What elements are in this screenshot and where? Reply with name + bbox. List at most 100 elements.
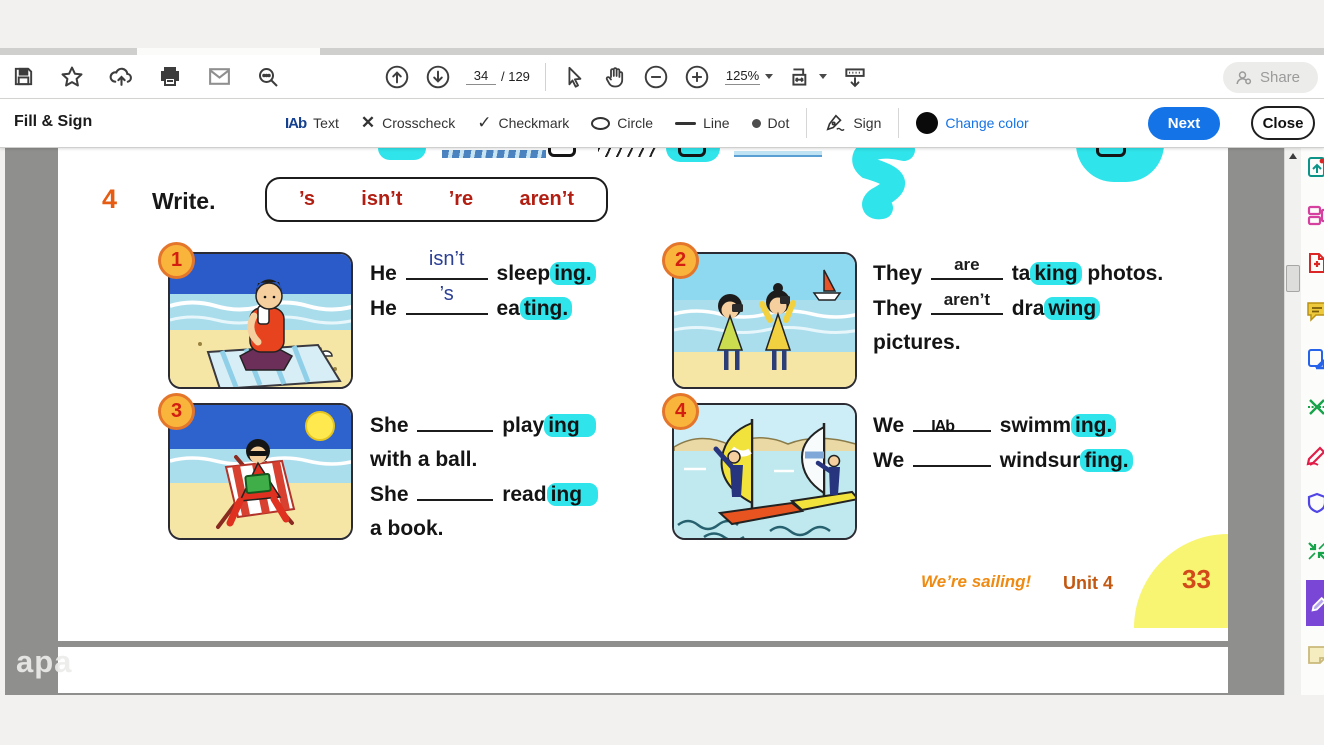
- previous-page-icon[interactable]: [384, 64, 410, 90]
- sentence-text: read: [496, 483, 547, 506]
- picture-frame: [672, 252, 857, 389]
- sentence-text: photos.: [1081, 262, 1164, 285]
- email-icon[interactable]: [206, 64, 232, 90]
- picture-number-badge: 4: [662, 393, 699, 430]
- sign-label: Sign: [853, 115, 882, 131]
- sentence-line: She play ing: [370, 408, 598, 443]
- line-label: Line: [703, 115, 730, 131]
- zoom-level-dropdown[interactable]: 125%: [724, 68, 774, 85]
- tools-side-panel: ✂: [1301, 148, 1324, 695]
- sentence-text: He: [370, 297, 403, 320]
- sentence-text: windsur: [993, 449, 1081, 472]
- print-icon[interactable]: [157, 64, 183, 90]
- answer-blank[interactable]: [912, 443, 991, 467]
- star-icon[interactable]: [59, 64, 85, 90]
- beach-girls-photos-illustration: [674, 254, 855, 387]
- answer-blank[interactable]: ’s: [405, 283, 488, 315]
- circle-tool-button[interactable]: Circle: [586, 115, 658, 131]
- text-tool-cursor: IAb: [931, 418, 955, 435]
- word-bank-word: ’re: [448, 188, 474, 210]
- page-fit-dropdown[interactable]: [788, 64, 828, 90]
- next-page-icon[interactable]: [425, 64, 451, 90]
- sentence-text: play: [496, 414, 545, 437]
- dot-tool-button[interactable]: Dot: [747, 115, 795, 131]
- highlighted-text: ing.: [1071, 414, 1117, 437]
- sentence-text: She: [370, 483, 415, 506]
- scroll-up-arrow-icon[interactable]: [1289, 153, 1297, 159]
- circle-icon: [591, 116, 611, 130]
- text-tool-button[interactable]: IAb Text: [280, 115, 344, 132]
- cloud-upload-icon[interactable]: [108, 64, 134, 90]
- written-answer: aren’t: [943, 290, 991, 309]
- search-icon[interactable]: [255, 64, 281, 90]
- close-button[interactable]: Close: [1251, 106, 1315, 140]
- next-button[interactable]: Next: [1148, 107, 1220, 140]
- create-pdf-icon[interactable]: [1306, 252, 1324, 274]
- highlighted-text: ing.: [550, 262, 596, 285]
- checkmark-label: Checkmark: [498, 115, 570, 131]
- sticky-note-icon[interactable]: [1306, 644, 1324, 666]
- word-bank-word: isn’t: [361, 188, 403, 210]
- fill-sign-pen-icon: [1311, 596, 1324, 612]
- sentence-text: dra: [1005, 297, 1045, 320]
- toolbar-divider: [544, 62, 546, 91]
- share-button[interactable]: Share: [1222, 62, 1318, 93]
- sentence-line: He ’s ea ting.: [370, 283, 596, 326]
- compress-pdf-icon[interactable]: [1306, 540, 1324, 562]
- workbook-page: 4 Write. ’s isn’t ’re aren’t 1 2 3 4 He …: [58, 148, 1228, 641]
- export-excel-icon[interactable]: [1306, 396, 1324, 418]
- zoom-in-icon[interactable]: [684, 64, 710, 90]
- workbook-page-number: 33: [1182, 564, 1211, 594]
- highlighted-text: ting.: [519, 297, 573, 320]
- pen-scribble: [598, 148, 656, 157]
- fill-sign-tools: IAb Text ✕ Crosscheck ✓ Checkmark Circle…: [280, 99, 1034, 147]
- export-pdf-icon[interactable]: [1306, 156, 1324, 178]
- scrolling-mode-icon[interactable]: [842, 64, 868, 90]
- answer-blank[interactable]: IAb: [912, 408, 991, 435]
- active-tab[interactable]: [137, 48, 320, 55]
- select-tool-icon[interactable]: [561, 64, 587, 90]
- toolbar-left-group: [10, 55, 281, 98]
- circled-answer-box: [678, 148, 706, 157]
- sentence-text: We: [873, 449, 910, 472]
- text-tool-icon: IAb: [285, 114, 307, 132]
- answer-blank[interactable]: are: [930, 255, 1003, 280]
- combine-files-icon[interactable]: [1306, 348, 1324, 370]
- vertical-scrollbar[interactable]: [1284, 148, 1301, 695]
- sentence-line: They are ta king photos.: [873, 255, 1164, 291]
- highlight-scribble-s: [852, 148, 915, 220]
- answer-blank[interactable]: [417, 408, 494, 432]
- change-color-button[interactable]: Change color: [911, 112, 1033, 134]
- checkmark-tool-button[interactable]: ✓ Checkmark: [472, 113, 574, 133]
- answer-blank[interactable]: aren’t: [930, 290, 1003, 315]
- exercise-picture-2: 2: [662, 242, 857, 389]
- answer-blank[interactable]: [417, 477, 494, 501]
- comment-icon[interactable]: [1306, 300, 1324, 322]
- word-bank-word: ’s: [299, 188, 315, 210]
- scissors-icon[interactable]: ✂: [1306, 692, 1324, 695]
- highlighted-text: ing: [544, 414, 596, 437]
- line-tool-button[interactable]: Line: [670, 115, 734, 131]
- sign-tool-button[interactable]: Sign: [819, 113, 886, 133]
- hand-tool-icon[interactable]: [602, 64, 628, 90]
- tools-column: ✂: [1301, 148, 1324, 695]
- crosscheck-tool-button[interactable]: ✕ Crosscheck: [356, 113, 460, 133]
- organize-pages-icon[interactable]: [1306, 204, 1324, 226]
- page-number-input[interactable]: [466, 68, 496, 85]
- protect-pdf-icon[interactable]: [1306, 492, 1324, 514]
- highlighted-text: wing: [1044, 297, 1101, 320]
- scrollbar-thumb[interactable]: [1286, 265, 1300, 292]
- zoom-out-icon[interactable]: [643, 64, 669, 90]
- fill-sign-tool-selected[interactable]: [1306, 580, 1324, 626]
- request-signatures-icon[interactable]: [1306, 444, 1324, 466]
- circle-label: Circle: [617, 115, 654, 131]
- sentence-text: a book.: [370, 517, 444, 540]
- exercise-number: 4: [102, 184, 118, 214]
- word-bank: ’s isn’t ’re aren’t: [265, 177, 608, 222]
- sentence-text: pictures.: [873, 331, 961, 354]
- fill-sign-divider: [898, 108, 900, 138]
- save-icon[interactable]: [10, 64, 36, 90]
- sentence-text: ta: [1005, 262, 1031, 285]
- written-answer: are: [954, 255, 980, 274]
- sentence-block-3: She play ing with a ball. She read ing a book…: [370, 408, 599, 546]
